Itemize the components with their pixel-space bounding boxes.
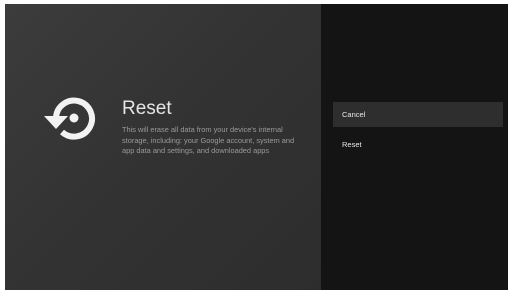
reset-description: This will erase all data from your devic…: [122, 125, 295, 155]
info-panel: Reset This will erase all data from your…: [5, 4, 321, 290]
page-title: Reset: [122, 98, 172, 119]
tv-screen: Reset This will erase all data from your…: [5, 4, 508, 290]
cancel-option[interactable]: Cancel: [333, 102, 503, 127]
options-panel: Cancel Reset: [321, 4, 508, 290]
reset-option[interactable]: Reset: [333, 132, 503, 157]
reset-icon: [44, 97, 95, 140]
